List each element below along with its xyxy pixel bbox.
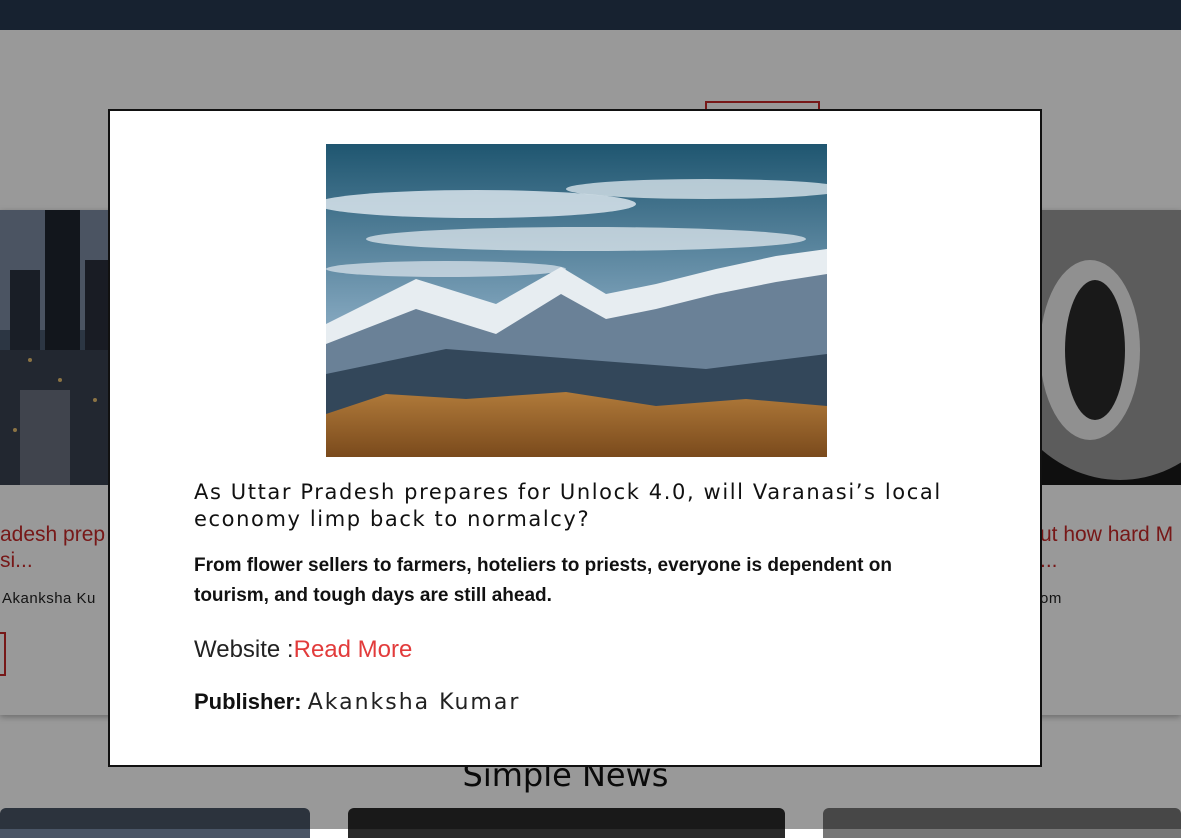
publisher-label: Publisher: xyxy=(194,689,302,714)
publisher-name: Akanksha Kumar xyxy=(307,690,521,715)
website-label: Website : xyxy=(194,636,294,663)
modal-description: From flower sellers to farmers, hotelier… xyxy=(194,555,892,606)
website-row: Website :Read More xyxy=(194,636,412,664)
mountain-landscape-image xyxy=(326,144,827,457)
top-navbar xyxy=(0,0,1181,30)
modal-title: As Uttar Pradesh prepares for Unlock 4.0… xyxy=(194,480,942,531)
news-detail-modal: As Uttar Pradesh prepares for Unlock 4.0… xyxy=(108,109,1042,767)
read-more-link[interactable]: Read More xyxy=(294,636,413,663)
publisher-row: Publisher: Akanksha Kumar xyxy=(194,689,520,715)
